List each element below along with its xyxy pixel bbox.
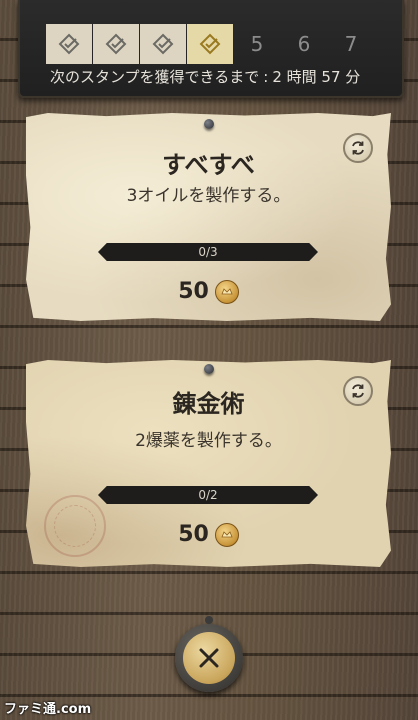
stamp-5: 5 — [234, 24, 280, 64]
task-reward: 50 — [26, 279, 391, 304]
task-progress-text: 0/2 — [198, 488, 218, 502]
close-button[interactable] — [183, 632, 235, 684]
countdown-value: 2 時間 57 分 — [272, 68, 361, 86]
pin-icon — [204, 364, 214, 374]
close-icon — [199, 648, 219, 668]
pin-icon — [204, 119, 214, 129]
task-title: 錬金術 — [172, 390, 245, 418]
task-card: 錬金術 2爆薬を製作する。 0/2 50 — [26, 360, 391, 567]
task-progress-text: 0/3 — [198, 245, 218, 259]
stamp-number: 7 — [344, 32, 358, 56]
stamp-countdown: 次のスタンプを獲得できるまで:2 時間 57 分 — [50, 66, 410, 88]
task-progress-bar: 0/2 — [98, 486, 318, 504]
stamp-bar: 5 6 7 次のスタンプを獲得できるまで:2 時間 57 分 — [18, 0, 404, 98]
faded-seal-stamp — [44, 495, 106, 557]
wood-background — [0, 0, 418, 720]
refresh-task-button[interactable] — [343, 133, 373, 163]
task-title: すべすべ — [162, 151, 255, 179]
refresh-task-button[interactable] — [343, 376, 373, 406]
stamp-3 — [140, 24, 186, 64]
coin-icon — [214, 522, 239, 547]
check-diamond-icon — [105, 33, 127, 55]
close-button-frame — [175, 616, 243, 692]
task-card: すべすべ 3オイルを製作する。 0/3 50 — [26, 113, 391, 321]
stamp-1 — [46, 24, 92, 64]
task-description: 3オイルを製作する。 — [126, 186, 291, 206]
stamp-number: 5 — [250, 32, 264, 56]
check-diamond-icon — [152, 33, 174, 55]
reward-amount: 50 — [178, 522, 209, 547]
stamp-2 — [93, 24, 139, 64]
stamp-6: 6 — [281, 24, 327, 64]
task-progress-bar: 0/3 — [98, 243, 318, 261]
check-diamond-icon — [199, 33, 221, 55]
countdown-label: 次のスタンプを獲得できるまで — [50, 68, 260, 86]
reward-amount: 50 — [178, 279, 209, 304]
check-diamond-icon — [58, 33, 80, 55]
countdown-separator: : — [263, 68, 269, 86]
coin-icon — [214, 279, 239, 304]
watermark-logo: ファミ通.com — [4, 702, 92, 717]
refresh-icon — [352, 141, 364, 155]
stamp-7: 7 — [328, 24, 374, 64]
pin-icon — [205, 616, 213, 624]
stamp-row: 5 6 7 — [46, 24, 375, 64]
task-description: 2爆薬を製作する。 — [135, 431, 282, 451]
refresh-icon — [352, 384, 364, 398]
stamp-4-active — [187, 24, 233, 64]
stamp-number: 6 — [297, 32, 311, 56]
